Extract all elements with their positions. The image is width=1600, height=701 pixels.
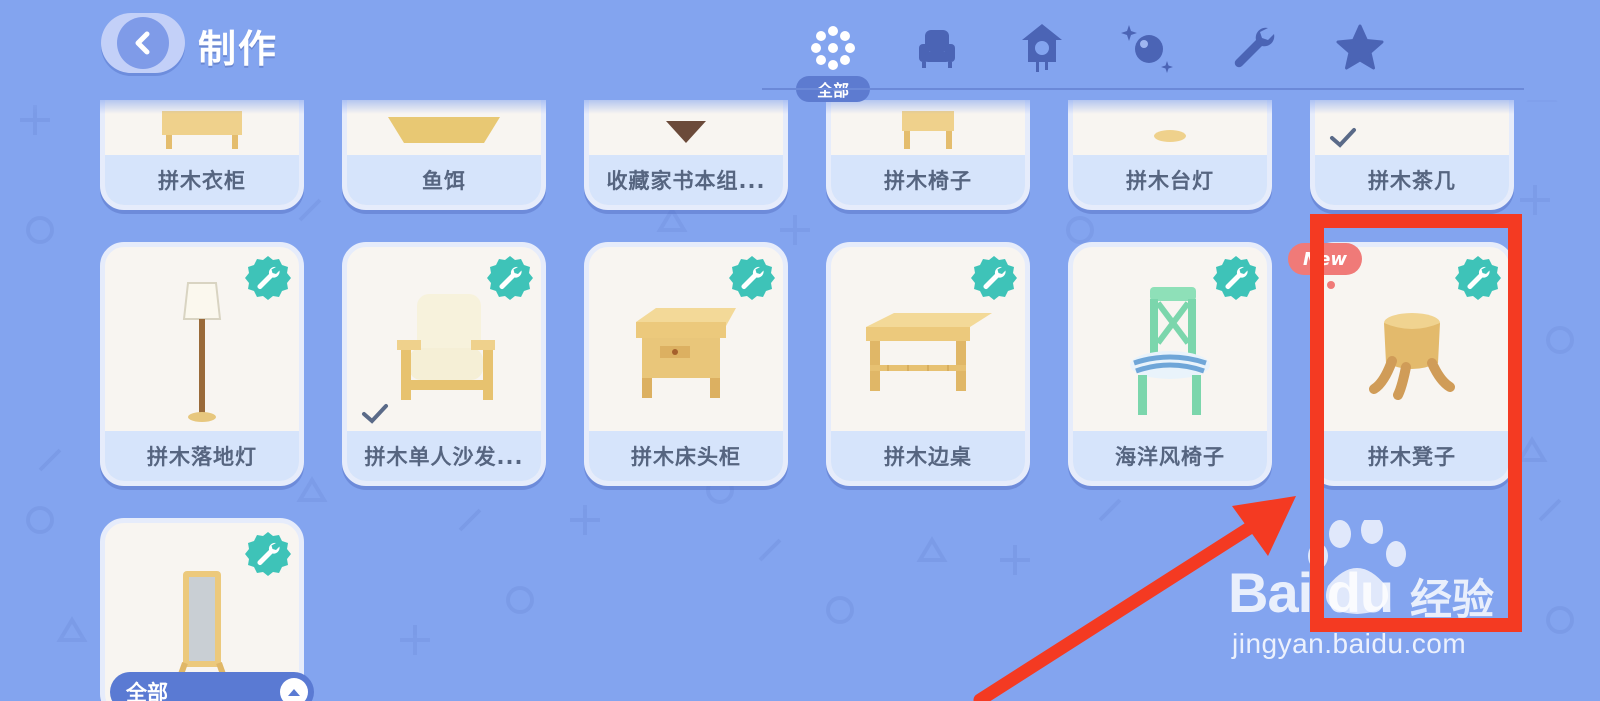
star-icon [1336, 24, 1384, 70]
filter-label: 全部 [126, 681, 168, 701]
recipe-label: 收藏家书本组... [589, 155, 783, 205]
tab-decor[interactable] [1108, 8, 1188, 88]
recipe-card[interactable]: 拼木边桌 [826, 242, 1030, 486]
recipe-card[interactable]: 海洋风椅子 [1068, 242, 1272, 486]
back-arrow-icon [117, 17, 169, 69]
category-tabs: 全部 [762, 8, 1524, 103]
wrench-icon [1234, 27, 1275, 68]
recipe-label: 拼木单人沙发... [347, 431, 541, 481]
recipe-label: 拼木边桌 [831, 431, 1025, 481]
book-set-image [666, 121, 706, 143]
fish-bait-image [388, 117, 500, 143]
chevron-up-icon [280, 678, 308, 701]
armchair-icon [919, 30, 955, 68]
tab-furniture[interactable] [897, 8, 977, 88]
back-button[interactable] [101, 13, 185, 73]
highlight-box [1310, 214, 1522, 632]
all-flower-icon [811, 26, 855, 70]
wooden-chair-image [902, 111, 954, 149]
nightstand-image [636, 308, 736, 398]
floor-lamp-image [182, 282, 222, 422]
armchair-image [397, 294, 495, 400]
recipe-label: 拼木椅子 [831, 155, 1025, 205]
recipe-label: 拼木茶几 [1315, 155, 1509, 205]
recipe-card[interactable]: 拼木落地灯 [100, 242, 304, 486]
table-lamp-image [1154, 130, 1186, 142]
filter-dropdown[interactable]: 全部 [110, 672, 314, 701]
recipe-label: 拼木落地灯 [105, 431, 299, 481]
recipe-label: 海洋风椅子 [1073, 431, 1267, 481]
owned-check-icon [1330, 128, 1356, 148]
tabs-divider [762, 88, 1524, 90]
tab-favorites[interactable] [1320, 8, 1400, 88]
recipe-label: 拼木衣柜 [105, 155, 299, 205]
wardrobe-image [162, 111, 242, 149]
recipe-label: 拼木台灯 [1073, 155, 1267, 205]
cuckoo-clock-icon [1022, 24, 1062, 72]
marine-chair-image [1130, 287, 1210, 415]
recipe-card[interactable]: 拼木单人沙发... [342, 242, 546, 486]
recipe-card[interactable]: 拼木床头柜 [584, 242, 788, 486]
recipe-label: 拼木床头柜 [589, 431, 783, 481]
side-table-image [866, 313, 992, 391]
tab-wall-items[interactable] [1002, 8, 1082, 88]
sparkle-ball-icon [1121, 25, 1173, 73]
tab-tools[interactable] [1214, 8, 1294, 88]
recipe-label: 鱼饵 [347, 155, 541, 205]
page-title: 制作 [198, 27, 279, 71]
